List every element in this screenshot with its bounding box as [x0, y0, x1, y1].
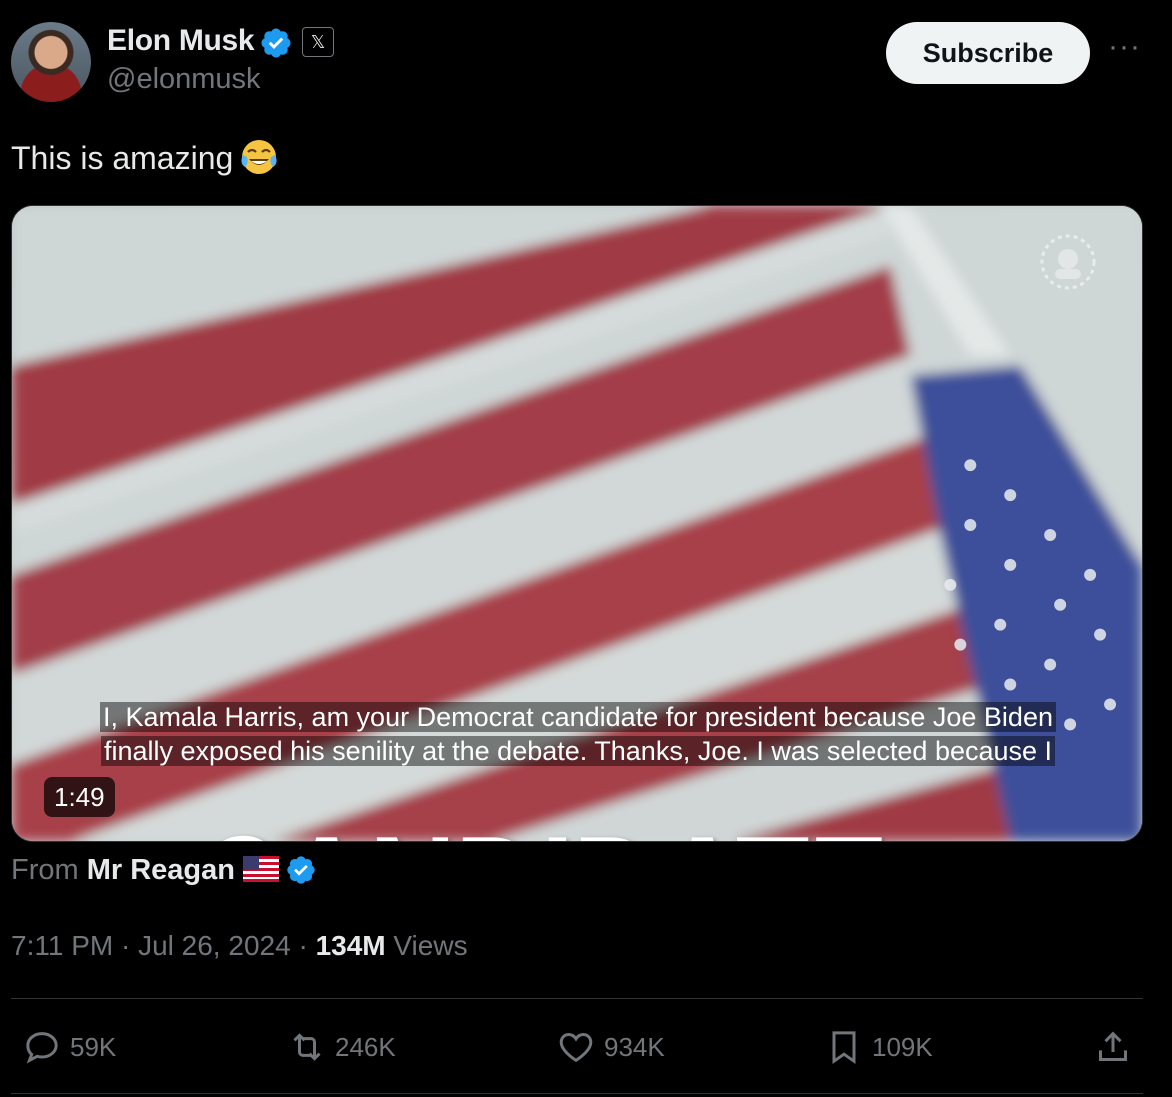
like-button[interactable]: 934K [556, 1027, 665, 1067]
tweet-date[interactable]: Jul 26, 2024 [138, 930, 291, 961]
joy-emoji-icon [241, 140, 277, 174]
caption-line-2: finally exposed his senility at the deba… [100, 736, 1056, 766]
views-count: 134M [315, 930, 386, 961]
subscribe-button[interactable]: Subscribe [886, 22, 1090, 84]
tweet-text: This is amazing [11, 137, 279, 177]
video-overlay-word: CANDIDATE [197, 811, 889, 841]
video-player[interactable]: CANDIDATE I, Kamala Harris, am your Demo… [11, 205, 1143, 842]
meta-separator: · [290, 930, 316, 961]
reply-count: 59K [70, 1031, 117, 1062]
video-source: From Mr Reagan [11, 854, 317, 887]
divider [11, 998, 1143, 999]
bookmark-count: 109K [872, 1031, 933, 1062]
x-logo-icon: 𝕏 [302, 27, 334, 57]
source-name[interactable]: Mr Reagan [87, 854, 235, 886]
video-caption: I, Kamala Harris, am your Democrat candi… [12, 700, 1142, 768]
divider [11, 1093, 1143, 1094]
tweet-text-content: This is amazing [11, 140, 234, 176]
views-label: Views [393, 930, 468, 961]
repost-count: 246K [335, 1031, 396, 1062]
like-icon [559, 1032, 593, 1063]
channel-watermark-icon [1040, 234, 1096, 290]
bookmark-icon [832, 1031, 856, 1065]
author-handle[interactable]: @elonmusk [107, 63, 261, 96]
video-duration-badge: 1:49 [44, 777, 115, 817]
meta-separator: · [113, 930, 139, 961]
tweet-meta: 7:11 PM · Jul 26, 2024 · 134M Views [11, 930, 468, 962]
share-button[interactable] [1093, 1027, 1141, 1067]
us-flag-icon [243, 856, 279, 882]
like-count: 934K [604, 1031, 665, 1062]
reply-icon [26, 1032, 58, 1064]
source-prefix: From [11, 854, 79, 886]
reply-button[interactable]: 59K [22, 1027, 116, 1067]
author-name[interactable]: Elon Musk [107, 24, 255, 58]
source-verified-icon [287, 856, 315, 884]
share-icon [1099, 1031, 1127, 1061]
avatar[interactable] [11, 22, 91, 102]
repost-button[interactable]: 246K [287, 1027, 396, 1067]
caption-line-1: I, Kamala Harris, am your Democrat candi… [100, 702, 1056, 732]
repost-icon [293, 1033, 321, 1061]
bookmark-button[interactable]: 109K [824, 1027, 933, 1067]
more-icon[interactable]: ··· [1108, 30, 1141, 64]
verified-icon [261, 28, 291, 58]
tweet-time[interactable]: 7:11 PM [11, 930, 113, 961]
